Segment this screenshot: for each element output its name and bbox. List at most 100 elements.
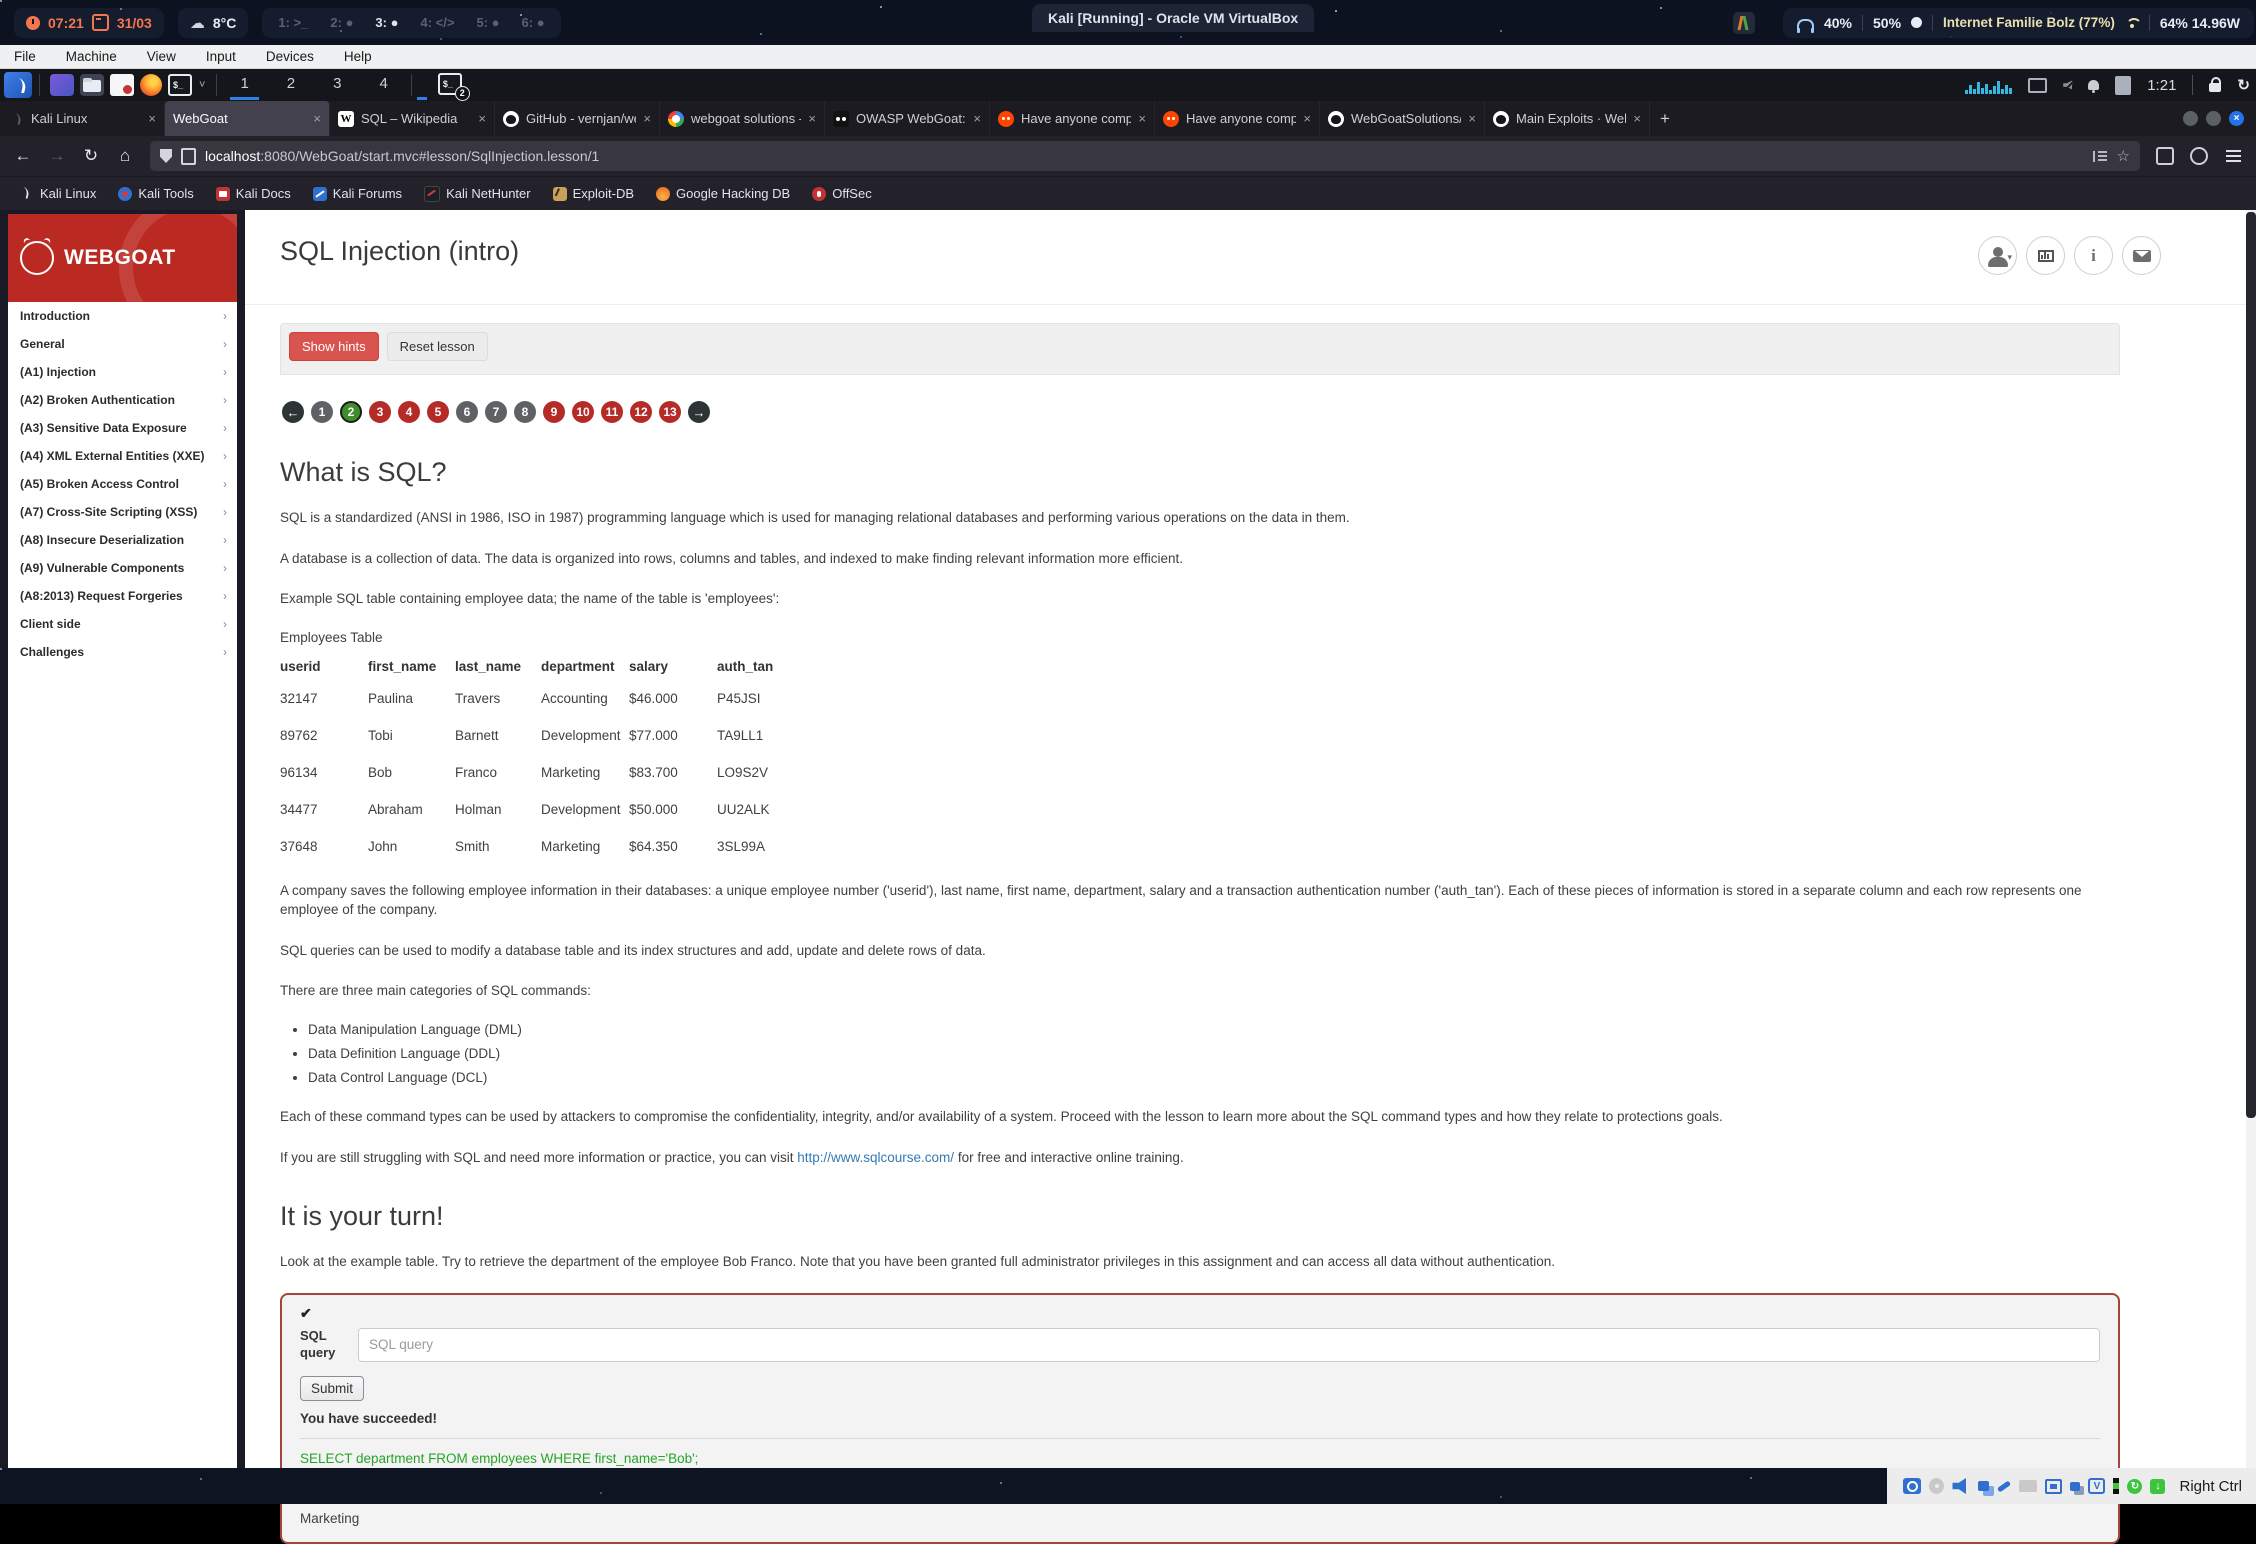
- account-icon[interactable]: [2184, 142, 2214, 170]
- vbox-network-icon[interactable]: [1978, 1481, 1989, 1491]
- page-10[interactable]: 10: [572, 401, 594, 423]
- page-4[interactable]: 4: [398, 401, 420, 423]
- tab-sql-wikipedia[interactable]: W SQL – Wikipedia×: [330, 101, 495, 136]
- reader-mode-icon[interactable]: [2093, 151, 2108, 162]
- show-hints-button[interactable]: Show hints: [289, 332, 379, 361]
- page-6[interactable]: 6: [456, 401, 478, 423]
- vbox-autoresize-icon[interactable]: ↻: [2127, 1479, 2142, 1494]
- sidebar-item-introduction[interactable]: Introduction›: [8, 302, 237, 330]
- page-9[interactable]: 9: [543, 401, 565, 423]
- vbox-display-icon[interactable]: [2045, 1479, 2062, 1494]
- sidebar-item-client-side[interactable]: Client side›: [8, 610, 237, 638]
- tab-kali-linux[interactable]: Kali Linux×: [0, 101, 165, 136]
- host-workspace-5[interactable]: 5: ●: [476, 15, 499, 30]
- firefox-launcher-icon[interactable]: [140, 74, 162, 96]
- bookmark-kali-tools[interactable]: Kali Tools: [118, 186, 193, 201]
- vbox-optical-drive-icon[interactable]: [1929, 1478, 1944, 1494]
- tab-close-icon[interactable]: ×: [313, 111, 321, 126]
- bookmark-exploit-db[interactable]: Exploit-DB: [553, 186, 634, 201]
- sidebar-item-a5-access-control[interactable]: (A5) Broken Access Control›: [8, 470, 237, 498]
- tab-close-icon[interactable]: ×: [1138, 111, 1146, 126]
- url-text[interactable]: localhost:8080/WebGoat/start.mvc#lesson/…: [205, 148, 2084, 164]
- menu-file[interactable]: File: [14, 49, 36, 64]
- scoreboard-button[interactable]: [2026, 236, 2065, 275]
- home-button[interactable]: ⌂: [110, 142, 140, 170]
- tab-reddit-1[interactable]: Have anyone complete×: [990, 101, 1155, 136]
- prev-page-arrow[interactable]: ←: [282, 401, 304, 423]
- menu-view[interactable]: View: [147, 49, 176, 64]
- vbox-seamless-icon[interactable]: [2070, 1482, 2080, 1491]
- audio-muted-icon[interactable]: [2063, 81, 2072, 90]
- reload-button[interactable]: ↻: [76, 142, 106, 170]
- sidebar-item-general[interactable]: General›: [8, 330, 237, 358]
- vbox-shared-folders-icon[interactable]: [2019, 1480, 2037, 1492]
- guest-workspace-3[interactable]: 3: [327, 75, 347, 96]
- site-info-icon[interactable]: [181, 148, 196, 165]
- page-7[interactable]: 7: [485, 401, 507, 423]
- sidebar-item-a9-vulnerable-components[interactable]: (A9) Vulnerable Components›: [8, 554, 237, 582]
- host-workspace-3-active[interactable]: 3: ●: [375, 15, 398, 30]
- page-12[interactable]: 12: [630, 401, 652, 423]
- tab-close-icon[interactable]: ×: [148, 111, 156, 126]
- sqlcourse-link[interactable]: http://www.sqlcourse.com/: [797, 1150, 954, 1165]
- back-button[interactable]: ←: [8, 142, 38, 170]
- page-5[interactable]: 5: [427, 401, 449, 423]
- page-3[interactable]: 3: [369, 401, 391, 423]
- new-tab-button[interactable]: +: [1650, 101, 1680, 136]
- tab-reddit-2[interactable]: Have anyone complet×: [1155, 101, 1320, 136]
- submit-button[interactable]: Submit: [300, 1376, 364, 1401]
- sidebar-item-a7-xss[interactable]: (A7) Cross-Site Scripting (XSS)›: [8, 498, 237, 526]
- bookmark-star-icon[interactable]: ☆: [2117, 147, 2130, 165]
- app-launcher-window-icon[interactable]: [50, 74, 74, 96]
- sidebar-item-a1-injection[interactable]: (A1) Injection›: [8, 358, 237, 386]
- menu-devices[interactable]: Devices: [266, 49, 314, 64]
- guest-workspace-1-active[interactable]: 1: [234, 75, 254, 96]
- host-workspace-switcher[interactable]: 1: >_ 2: ● 3: ● 4: </> 5: ● 6: ●: [262, 8, 560, 38]
- host-workspace-6[interactable]: 6: ●: [522, 15, 545, 30]
- url-bar[interactable]: localhost:8080/WebGoat/start.mvc#lesson/…: [150, 141, 2140, 171]
- taskbar-terminal[interactable]: $_ 2: [435, 73, 465, 98]
- minimize-button[interactable]: [2183, 111, 2198, 126]
- menu-machine[interactable]: Machine: [66, 49, 117, 64]
- guest-clock[interactable]: 1:21: [2147, 77, 2176, 94]
- bookmark-kali-forums[interactable]: Kali Forums: [313, 186, 402, 201]
- text-editor-icon[interactable]: [110, 74, 134, 96]
- sidebar-item-a8-deserialization[interactable]: (A8) Insecure Deserialization›: [8, 526, 237, 554]
- tab-close-icon[interactable]: ×: [808, 111, 816, 126]
- vbox-usb-icon[interactable]: [1997, 1480, 2011, 1492]
- vbox-harddisk-icon[interactable]: [1903, 1478, 1921, 1494]
- extensions-puzzle-icon[interactable]: [2150, 142, 2180, 170]
- bookmark-google-hacking-db[interactable]: Google Hacking DB: [656, 186, 790, 201]
- tab-github-webgoatsolutions[interactable]: WebGoatSolutions/Sql×: [1320, 101, 1485, 136]
- sql-query-input[interactable]: [358, 1328, 2100, 1362]
- menu-help[interactable]: Help: [344, 49, 372, 64]
- terminal-launcher-icon[interactable]: $_: [168, 74, 192, 96]
- menu-input[interactable]: Input: [206, 49, 236, 64]
- vbox-audio-icon[interactable]: [1952, 1478, 1970, 1494]
- guest-workspace-switcher[interactable]: 1 2 3 4: [234, 75, 393, 96]
- bookmark-offsec[interactable]: OffSec: [812, 186, 872, 201]
- hamburger-menu-icon[interactable]: [2218, 142, 2248, 170]
- tab-github-main-exploits[interactable]: Main Exploits · WebGo×: [1485, 101, 1650, 136]
- sidebar-item-a82013-request-forgeries[interactable]: (A8:2013) Request Forgeries›: [8, 582, 237, 610]
- bookmark-kali-nethunter[interactable]: Kali NetHunter: [424, 186, 531, 202]
- user-menu-button[interactable]: ▾: [1978, 236, 2017, 275]
- notifications-icon[interactable]: [2088, 80, 2099, 90]
- bookmark-kali-linux[interactable]: Kali Linux: [20, 186, 96, 201]
- webgoat-logo[interactable]: WEBGOAT: [8, 214, 237, 302]
- contact-button[interactable]: [2122, 236, 2161, 275]
- host-workspace-1[interactable]: 1: >_: [278, 15, 308, 30]
- host-workspace-4[interactable]: 4: </>: [420, 15, 454, 30]
- tab-webgoat-active[interactable]: WebGoat×: [165, 101, 330, 136]
- battery-icon[interactable]: [2115, 76, 2131, 95]
- power-menu-icon[interactable]: ↻: [2237, 76, 2250, 94]
- tab-google-search[interactable]: webgoat solutions - Go×: [660, 101, 825, 136]
- taskbar-firefox-active[interactable]: [419, 75, 425, 96]
- sidebar-item-a4-xxe[interactable]: (A4) XML External Entities (XXE)›: [8, 442, 237, 470]
- sidebar-item-a2-broken-auth[interactable]: (A2) Broken Authentication›: [8, 386, 237, 414]
- tab-close-icon[interactable]: ×: [478, 111, 486, 126]
- vbox-mouse-integration-icon[interactable]: ↓: [2150, 1479, 2165, 1494]
- page-11[interactable]: 11: [601, 401, 623, 423]
- page-2-current[interactable]: 2: [340, 401, 362, 423]
- page-scrollbar[interactable]: [2246, 210, 2256, 1468]
